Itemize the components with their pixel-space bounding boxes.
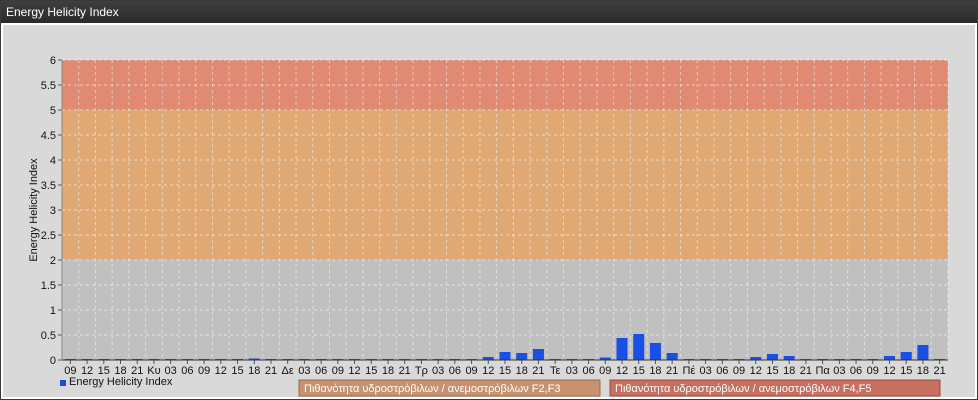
x-tick-label: Πα bbox=[815, 365, 830, 377]
x-tick-label: 03 bbox=[432, 365, 444, 377]
x-tick-label: 03 bbox=[833, 365, 845, 377]
x-tick-label: 15 bbox=[766, 365, 778, 377]
y-tick-label: 5.5 bbox=[41, 80, 56, 92]
x-tick-label: 09 bbox=[733, 365, 745, 377]
x-tick-label: 03 bbox=[298, 365, 310, 377]
x-tick-label: 09 bbox=[599, 365, 611, 377]
bar-18 bbox=[516, 353, 528, 360]
legend-series-swatch bbox=[60, 380, 66, 386]
bar-21 bbox=[532, 349, 544, 360]
y-tick-label: 3 bbox=[50, 205, 56, 217]
x-tick-label: Δε bbox=[282, 365, 294, 377]
x-tick-label: 06 bbox=[716, 365, 728, 377]
y-tick-label: 4 bbox=[50, 155, 56, 167]
y-tick-label: 3.5 bbox=[41, 180, 56, 192]
ehi-chart: 00.511.522.533.544.555.56 09 12 15 18 21 Κυ 03… bbox=[28, 55, 949, 397]
bar-18 bbox=[649, 343, 661, 360]
x-tick-label: 15 bbox=[365, 365, 377, 377]
x-tick-label: 15 bbox=[900, 365, 912, 377]
x-tick-label: 09 bbox=[867, 365, 879, 377]
x-tick-label: 12 bbox=[616, 365, 628, 377]
x-tick-label: 03 bbox=[699, 365, 711, 377]
x-tick-label: 15 bbox=[499, 365, 511, 377]
x-tick-label: 06 bbox=[181, 365, 193, 377]
y-tick-label: 6 bbox=[50, 55, 56, 67]
bar-21 bbox=[666, 353, 678, 360]
bar-18 bbox=[917, 345, 929, 360]
x-tick-label: 21 bbox=[532, 365, 544, 377]
bar-15 bbox=[499, 352, 511, 360]
x-tick-label: Τρ bbox=[415, 365, 428, 377]
bar-12 bbox=[883, 356, 896, 360]
x-tick-label: 12 bbox=[883, 365, 895, 377]
x-tick-label: 15 bbox=[231, 365, 243, 377]
bar-18 bbox=[783, 356, 795, 360]
legend-series-label: Energy Helicity Index bbox=[69, 376, 173, 388]
y-tick-label: 2.5 bbox=[41, 230, 56, 242]
x-tick-label: 21 bbox=[934, 365, 946, 377]
x-tick-label: 12 bbox=[348, 365, 360, 377]
x-tick-label: 03 bbox=[566, 365, 578, 377]
x-tick-label: 09 bbox=[465, 365, 477, 377]
x-tick-label: 18 bbox=[382, 365, 394, 377]
x-tick-label: 18 bbox=[649, 365, 661, 377]
x-tick-label: 06 bbox=[850, 365, 862, 377]
x-tick-label: Τε bbox=[550, 365, 561, 377]
x-tick-label: 21 bbox=[800, 365, 812, 377]
x-tick-label: 12 bbox=[750, 365, 762, 377]
y-axis-ticks: 0 0.5 1 1.5 2 2.5 3 3.5 4 4.5 5 5.5 6 bbox=[41, 55, 62, 367]
legend-band-f45-label: Πιθανότητα υδροστρόβιλων / ανεμοστρόβιλω… bbox=[615, 383, 872, 395]
x-tick-label: 09 bbox=[198, 365, 210, 377]
y-tick-label: 1.5 bbox=[41, 280, 56, 292]
x-tick-label: 21 bbox=[666, 365, 678, 377]
y-tick-label: 0 bbox=[50, 355, 56, 367]
legend-band-f23[interactable]: Πιθανότητα υδροστρόβιλων / ανεμοστρόβιλω… bbox=[298, 379, 601, 397]
legend-band-f45[interactable]: Πιθανότητα υδροστρόβιλων / ανεμοστρόβιλω… bbox=[609, 379, 941, 397]
bar-12 bbox=[616, 338, 628, 360]
x-tick-label: 21 bbox=[265, 365, 277, 377]
x-tick-label: 12 bbox=[215, 365, 227, 377]
bar-15 bbox=[766, 354, 778, 360]
y-tick-label: 1 bbox=[50, 305, 56, 317]
y-axis-label: Energy Helicity Index bbox=[28, 158, 40, 262]
x-tick-label: 12 bbox=[482, 365, 494, 377]
x-tick-label: 06 bbox=[449, 365, 461, 377]
x-tick-label: 15 bbox=[633, 365, 645, 377]
y-tick-label: 4.5 bbox=[41, 130, 56, 142]
x-tick-label: 18 bbox=[783, 365, 795, 377]
x-tick-label: 06 bbox=[582, 365, 594, 377]
bar-15 bbox=[900, 352, 912, 360]
y-tick-label: 2 bbox=[50, 255, 56, 267]
x-tick-label: 18 bbox=[917, 365, 929, 377]
y-tick-label: 0.5 bbox=[41, 330, 56, 342]
bar-15 bbox=[633, 334, 645, 360]
x-tick-label: 21 bbox=[399, 365, 411, 377]
x-tick-label: Πέ bbox=[682, 365, 695, 377]
x-axis-ticks: 09 12 15 18 21 Κυ 03 06 09 12 15 18 21 Δε 03 06 09 12 15 18… bbox=[64, 360, 946, 377]
legend-series[interactable]: Energy Helicity Index bbox=[60, 376, 173, 388]
x-tick-label: 06 bbox=[315, 365, 327, 377]
x-tick-label: 09 bbox=[332, 365, 344, 377]
legend-band-f23-label: Πιθανότητα υδροστρόβιλων / ανεμοστρόβιλω… bbox=[304, 383, 561, 395]
x-tick-label: 18 bbox=[248, 365, 260, 377]
y-tick-label: 5 bbox=[50, 105, 56, 117]
x-tick-label: 18 bbox=[516, 365, 528, 377]
